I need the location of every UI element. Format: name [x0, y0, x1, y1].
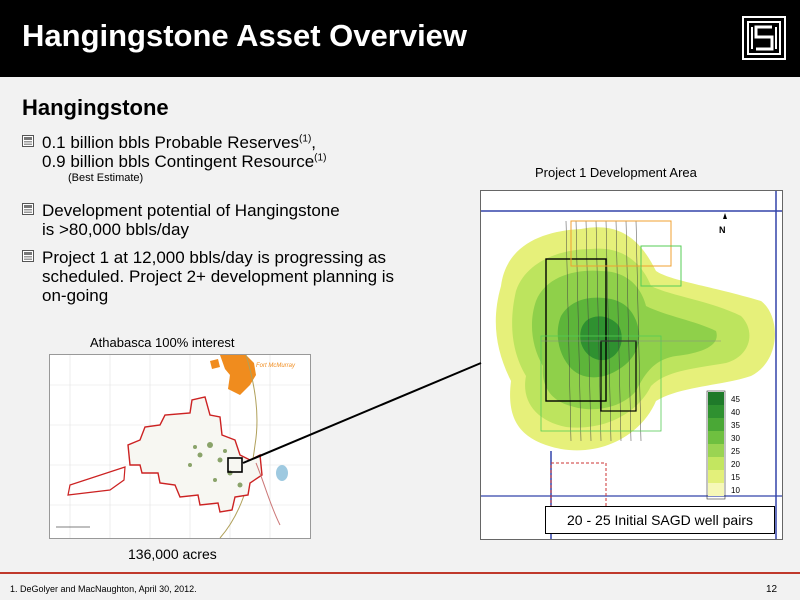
reserves-line: 0.1 billion bbls Probable Reserves — [42, 133, 300, 152]
acres-label: 136,000 acres — [128, 546, 217, 562]
development-line-1: Development potential of Hangingstone — [42, 201, 340, 220]
page-number: 12 — [766, 584, 778, 595]
contingent-line: 0.9 billion bbls Contingent Resource — [42, 152, 315, 171]
athabasca-map: Fort McMurray — [49, 354, 311, 539]
north-arrow-icon: N — [719, 225, 726, 235]
best-estimate-note: (Best Estimate) — [68, 172, 144, 184]
city-label: Fort McMurray — [256, 363, 296, 369]
company-logo — [742, 16, 786, 60]
bullet-icon — [22, 250, 34, 262]
bullet-development: Development potential of Hangingstone is… — [22, 201, 340, 239]
legend-value: 10 — [731, 486, 740, 495]
project-line-2: scheduled. Project 2+ development planni… — [42, 267, 395, 286]
footnote: 1. DeGolyer and MacNaughton, April 30, 2… — [10, 584, 197, 594]
reserves-comma: , — [311, 133, 317, 152]
bullet-reserves: 0.1 billion bbls Probable Reserves(1), 0… — [22, 133, 326, 185]
sagd-label: 20 - 25 Initial SAGD well pairs — [545, 506, 775, 534]
bullet-icon — [22, 135, 34, 147]
legend-value: 35 — [731, 421, 740, 430]
bullet-icon — [22, 203, 34, 215]
footnote-ref: (1) — [299, 133, 312, 145]
legend-value: 25 — [731, 447, 740, 456]
right-map-caption: Project 1 Development Area — [535, 165, 697, 180]
section-heading: Hangingstone — [22, 95, 169, 120]
page-title: Hangingstone Asset Overview — [22, 18, 468, 53]
legend-value: 30 — [731, 434, 740, 443]
legend-value: 15 — [731, 473, 740, 482]
footer-divider — [0, 572, 800, 574]
legend-value: 20 — [731, 460, 740, 469]
bullet-project: Project 1 at 12,000 bbls/day is progress… — [22, 248, 394, 305]
development-area-map: N 45 40 35 30 25 20 15 10 — [480, 190, 783, 540]
legend-value: 40 — [731, 408, 740, 417]
legend-value: 45 — [731, 395, 740, 404]
header-bar: Hangingstone Asset Overview — [0, 0, 800, 77]
project-line-3: on-going — [42, 286, 109, 305]
development-line-2: is >80,000 bbls/day — [42, 220, 189, 239]
project-line-1: Project 1 at 12,000 bbls/day is progress… — [42, 248, 386, 267]
footnote-ref: (1) — [314, 152, 327, 164]
left-map-caption: Athabasca 100% interest — [90, 335, 235, 350]
